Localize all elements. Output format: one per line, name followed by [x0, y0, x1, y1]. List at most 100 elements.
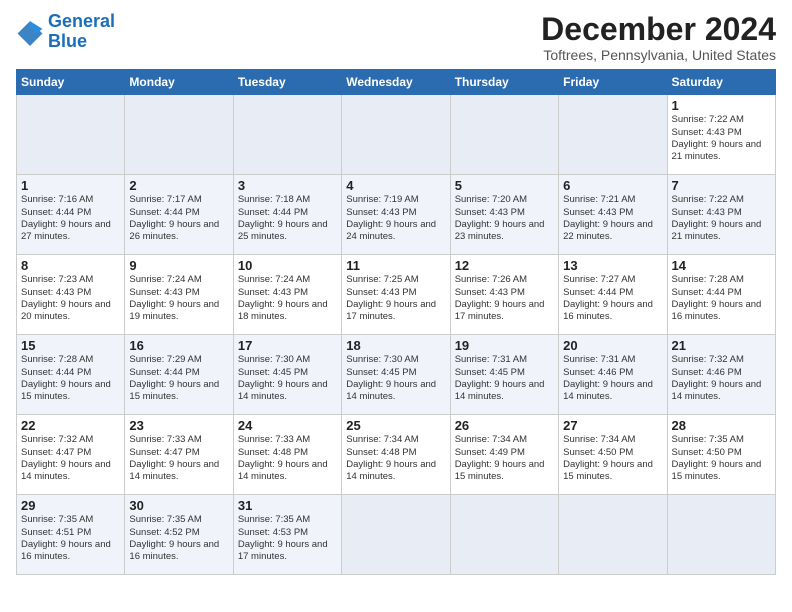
calendar-cell: 16Sunrise: 7:29 AMSunset: 4:44 PMDayligh…: [125, 335, 233, 415]
calendar-cell: [667, 495, 775, 575]
cell-info: Sunrise: 7:31 AM: [563, 354, 662, 366]
cell-info: Sunrise: 7:24 AM: [129, 274, 228, 286]
cell-info: Sunset: 4:47 PM: [21, 447, 120, 459]
day-number: 1: [672, 98, 771, 113]
calendar-cell: 23Sunrise: 7:33 AMSunset: 4:47 PMDayligh…: [125, 415, 233, 495]
day-number: 27: [563, 418, 662, 433]
cell-info: Sunrise: 7:24 AM: [238, 274, 337, 286]
day-number: 19: [455, 338, 554, 353]
cell-info: Sunrise: 7:16 AM: [21, 194, 120, 206]
day-number: 8: [21, 258, 120, 273]
cell-info: Sunset: 4:45 PM: [346, 367, 445, 379]
cell-info: Sunrise: 7:35 AM: [238, 514, 337, 526]
cell-info: Daylight: 9 hours and 26 minutes.: [129, 219, 228, 244]
main-title: December 2024: [541, 12, 776, 47]
calendar-cell: 3Sunrise: 7:18 AMSunset: 4:44 PMDaylight…: [233, 175, 341, 255]
cell-info: Sunrise: 7:34 AM: [346, 434, 445, 446]
calendar-cell: [559, 95, 667, 175]
day-number: 2: [129, 178, 228, 193]
cell-info: Sunset: 4:44 PM: [563, 287, 662, 299]
logo-icon: [16, 18, 44, 46]
calendar-week-2: 8Sunrise: 7:23 AMSunset: 4:43 PMDaylight…: [17, 255, 776, 335]
col-tuesday: Tuesday: [233, 70, 341, 95]
day-number: 6: [563, 178, 662, 193]
cell-info: Sunrise: 7:26 AM: [455, 274, 554, 286]
day-number: 14: [672, 258, 771, 273]
cell-info: Sunrise: 7:28 AM: [672, 274, 771, 286]
calendar-cell: 11Sunrise: 7:25 AMSunset: 4:43 PMDayligh…: [342, 255, 450, 335]
calendar-cell: [233, 95, 341, 175]
cell-info: Daylight: 9 hours and 14 minutes.: [129, 459, 228, 484]
calendar-cell: 13Sunrise: 7:27 AMSunset: 4:44 PMDayligh…: [559, 255, 667, 335]
calendar-cell: 7Sunrise: 7:22 AMSunset: 4:43 PMDaylight…: [667, 175, 775, 255]
day-number: 21: [672, 338, 771, 353]
cell-info: Daylight: 9 hours and 16 minutes.: [672, 299, 771, 324]
cell-info: Sunset: 4:50 PM: [563, 447, 662, 459]
day-number: 20: [563, 338, 662, 353]
calendar-cell: 15Sunrise: 7:28 AMSunset: 4:44 PMDayligh…: [17, 335, 125, 415]
day-number: 10: [238, 258, 337, 273]
cell-info: Daylight: 9 hours and 18 minutes.: [238, 299, 337, 324]
cell-info: Sunset: 4:51 PM: [21, 527, 120, 539]
cell-info: Sunrise: 7:30 AM: [346, 354, 445, 366]
cell-info: Daylight: 9 hours and 15 minutes.: [672, 459, 771, 484]
cell-info: Sunset: 4:43 PM: [21, 287, 120, 299]
cell-info: Sunrise: 7:33 AM: [129, 434, 228, 446]
cell-info: Sunset: 4:43 PM: [672, 207, 771, 219]
cell-info: Sunrise: 7:34 AM: [563, 434, 662, 446]
cell-info: Sunset: 4:46 PM: [672, 367, 771, 379]
day-number: 30: [129, 498, 228, 513]
calendar-cell: 21Sunrise: 7:32 AMSunset: 4:46 PMDayligh…: [667, 335, 775, 415]
cell-info: Sunrise: 7:35 AM: [672, 434, 771, 446]
col-saturday: Saturday: [667, 70, 775, 95]
calendar-cell: 9Sunrise: 7:24 AMSunset: 4:43 PMDaylight…: [125, 255, 233, 335]
calendar-cell: 19Sunrise: 7:31 AMSunset: 4:45 PMDayligh…: [450, 335, 558, 415]
cell-info: Sunset: 4:44 PM: [238, 207, 337, 219]
col-sunday: Sunday: [17, 70, 125, 95]
cell-info: Sunrise: 7:22 AM: [672, 194, 771, 206]
calendar-cell: 8Sunrise: 7:23 AMSunset: 4:43 PMDaylight…: [17, 255, 125, 335]
cell-info: Sunrise: 7:30 AM: [238, 354, 337, 366]
cell-info: Sunset: 4:47 PM: [129, 447, 228, 459]
cell-info: Sunset: 4:44 PM: [129, 367, 228, 379]
cell-info: Sunset: 4:43 PM: [346, 287, 445, 299]
calendar-cell: 30Sunrise: 7:35 AMSunset: 4:52 PMDayligh…: [125, 495, 233, 575]
day-number: 15: [21, 338, 120, 353]
calendar-week-4: 22Sunrise: 7:32 AMSunset: 4:47 PMDayligh…: [17, 415, 776, 495]
cell-info: Sunrise: 7:23 AM: [21, 274, 120, 286]
cell-info: Sunset: 4:43 PM: [455, 207, 554, 219]
day-number: 16: [129, 338, 228, 353]
cell-info: Sunset: 4:43 PM: [129, 287, 228, 299]
cell-info: Daylight: 9 hours and 14 minutes.: [238, 379, 337, 404]
cell-info: Daylight: 9 hours and 25 minutes.: [238, 219, 337, 244]
cell-info: Daylight: 9 hours and 14 minutes.: [455, 379, 554, 404]
calendar-cell: 27Sunrise: 7:34 AMSunset: 4:50 PMDayligh…: [559, 415, 667, 495]
day-number: 31: [238, 498, 337, 513]
col-friday: Friday: [559, 70, 667, 95]
calendar-cell: [125, 95, 233, 175]
cell-info: Sunrise: 7:29 AM: [129, 354, 228, 366]
cell-info: Daylight: 9 hours and 14 minutes.: [238, 459, 337, 484]
cell-info: Sunset: 4:45 PM: [455, 367, 554, 379]
cell-info: Sunrise: 7:35 AM: [129, 514, 228, 526]
col-monday: Monday: [125, 70, 233, 95]
day-number: 5: [455, 178, 554, 193]
calendar-cell: 22Sunrise: 7:32 AMSunset: 4:47 PMDayligh…: [17, 415, 125, 495]
col-wednesday: Wednesday: [342, 70, 450, 95]
cell-info: Sunrise: 7:33 AM: [238, 434, 337, 446]
header: General Blue December 2024 Toftrees, Pen…: [16, 12, 776, 63]
logo: General Blue: [16, 12, 115, 52]
calendar-cell: 18Sunrise: 7:30 AMSunset: 4:45 PMDayligh…: [342, 335, 450, 415]
calendar-cell: 12Sunrise: 7:26 AMSunset: 4:43 PMDayligh…: [450, 255, 558, 335]
calendar-cell: [450, 95, 558, 175]
calendar-cell: [450, 495, 558, 575]
cell-info: Sunset: 4:50 PM: [672, 447, 771, 459]
cell-info: Sunrise: 7:19 AM: [346, 194, 445, 206]
cell-info: Sunset: 4:49 PM: [455, 447, 554, 459]
header-row: Sunday Monday Tuesday Wednesday Thursday…: [17, 70, 776, 95]
calendar-cell: [342, 495, 450, 575]
calendar-cell: 5Sunrise: 7:20 AMSunset: 4:43 PMDaylight…: [450, 175, 558, 255]
cell-info: Sunrise: 7:27 AM: [563, 274, 662, 286]
calendar-cell: 17Sunrise: 7:30 AMSunset: 4:45 PMDayligh…: [233, 335, 341, 415]
cell-info: Sunset: 4:52 PM: [129, 527, 228, 539]
